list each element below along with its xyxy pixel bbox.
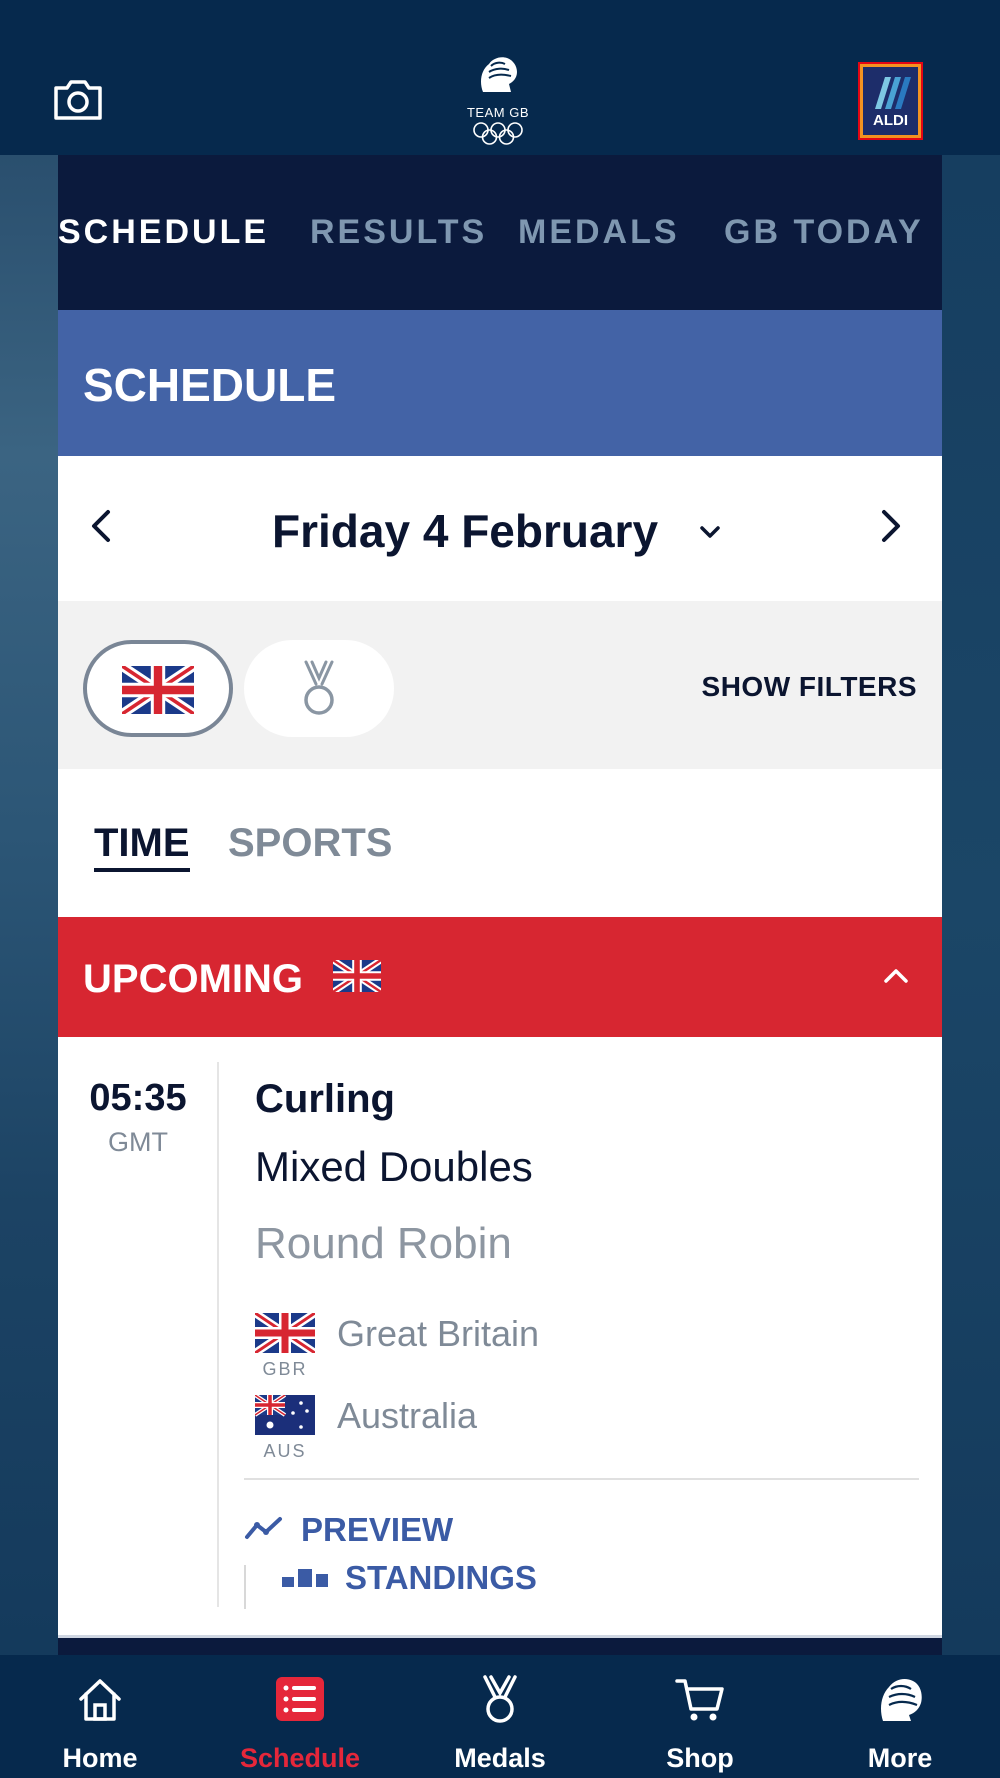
- event-sport: Curling: [255, 1077, 395, 1121]
- event-time: 05:35: [89, 1077, 187, 1119]
- subnav-gb-today[interactable]: GB TODAY: [724, 213, 924, 252]
- aldi-label: ALDI: [873, 112, 908, 129]
- view-tabs: TIME SPORTS: [58, 769, 942, 917]
- logo-text: TEAM GB: [466, 105, 529, 120]
- team-code: AUS: [263, 1441, 307, 1461]
- schedule-icon: [276, 1677, 324, 1721]
- divider: [244, 1478, 919, 1480]
- preview-link[interactable]: PREVIEW: [301, 1511, 453, 1549]
- lion-logo-icon: [481, 57, 517, 92]
- tab-label: More: [867, 1743, 933, 1773]
- selected-date[interactable]: Friday 4 February: [272, 504, 658, 558]
- standings-link[interactable]: STANDINGS: [345, 1559, 537, 1597]
- cart-icon: [675, 1679, 724, 1721]
- next-section-edge: [58, 1635, 942, 1655]
- chevron-right-icon[interactable]: [870, 506, 910, 546]
- union-jack-flag-icon: [333, 960, 381, 992]
- chevron-down-icon[interactable]: [698, 524, 722, 540]
- tab-shop[interactable]: Shop: [600, 1655, 800, 1778]
- medal-icon: [483, 1675, 517, 1723]
- lion-icon: [881, 1679, 922, 1721]
- timeline-divider: [217, 1062, 219, 1607]
- page-title: SCHEDULE: [83, 359, 337, 411]
- tab-more[interactable]: More: [800, 1655, 1000, 1778]
- subnav-schedule[interactable]: SCHEDULE: [58, 213, 269, 252]
- gb-filter-toggle[interactable]: [83, 640, 233, 737]
- subnav-medals[interactable]: MEDALS: [518, 213, 680, 252]
- link-divider: [244, 1565, 246, 1609]
- tab-home[interactable]: Home: [0, 1655, 200, 1778]
- section-nav: SCHEDULE RESULTS MEDALS GB TODAY: [58, 155, 942, 310]
- union-jack-flag-icon: [122, 666, 194, 714]
- schedule-header: SCHEDULE: [58, 310, 942, 456]
- event-phase: Round Robin: [255, 1219, 512, 1268]
- aus-flag-icon: [255, 1395, 315, 1435]
- tab-schedule[interactable]: Schedule: [200, 1655, 400, 1778]
- bottom-tab-bar: Home Schedule Medals Shop More: [0, 1655, 1000, 1778]
- show-filters-button[interactable]: SHOW FILTERS: [702, 671, 917, 703]
- tab-label: Medals: [454, 1743, 546, 1773]
- team-code: GBR: [262, 1359, 308, 1379]
- trend-chart-icon[interactable]: [244, 1515, 284, 1541]
- schedule-card: SCHEDULE RESULTS MEDALS GB TODAY SCHEDUL…: [58, 155, 942, 1655]
- aldi-sponsor-logo[interactable]: ALDI: [858, 62, 923, 140]
- team-gb-logo: TEAM GB: [460, 52, 536, 152]
- tab-label: Home: [62, 1743, 138, 1773]
- date-selector: Friday 4 February: [58, 456, 942, 601]
- event-discipline: Mixed Doubles: [255, 1143, 533, 1190]
- gbr-flag-icon: [255, 1313, 315, 1353]
- subnav-results[interactable]: RESULTS: [310, 213, 487, 252]
- home-icon: [79, 1679, 121, 1721]
- olympic-rings-icon: [473, 122, 523, 145]
- event-card[interactable]: 05:35 GMT Curling Mixed Doubles Round Ro…: [58, 1037, 942, 1637]
- top-bar: TEAM GB ALDI: [0, 0, 1000, 155]
- tab-label: Schedule: [239, 1743, 361, 1773]
- background-photo-left: [0, 155, 58, 1655]
- aldi-stripes-icon: [875, 77, 911, 109]
- camera-icon[interactable]: [52, 78, 104, 122]
- team-name: Australia: [337, 1395, 478, 1436]
- medal-filter-toggle[interactable]: [244, 640, 394, 737]
- tab-sports[interactable]: SPORTS: [228, 821, 392, 866]
- chevron-left-icon[interactable]: [82, 506, 122, 546]
- quick-filters: SHOW FILTERS: [58, 601, 942, 769]
- medal-icon: [304, 660, 334, 715]
- event-timezone: GMT: [108, 1127, 168, 1157]
- tab-time[interactable]: TIME: [94, 821, 190, 872]
- chevron-up-icon[interactable]: [882, 967, 910, 985]
- upcoming-section-header[interactable]: UPCOMING: [58, 917, 942, 1037]
- team-name: Great Britain: [337, 1313, 540, 1354]
- tab-label: Shop: [666, 1743, 734, 1773]
- tab-medals[interactable]: Medals: [400, 1655, 600, 1778]
- standings-podium-icon[interactable]: [282, 1569, 328, 1587]
- section-title: UPCOMING: [83, 957, 303, 1001]
- background-photo-right: [942, 155, 1000, 1655]
